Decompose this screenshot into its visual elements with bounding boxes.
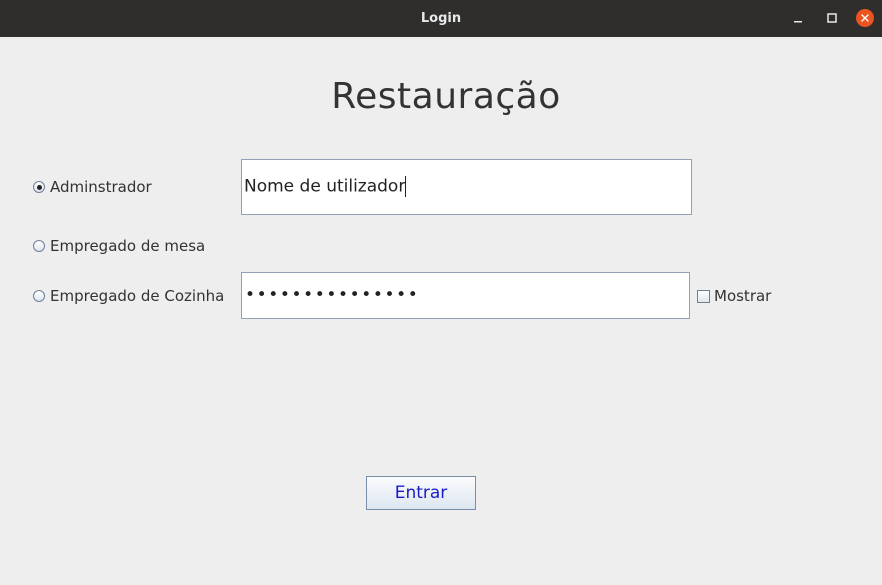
radio-label: Empregado de Cozinha: [50, 287, 225, 305]
close-icon: [856, 9, 874, 27]
username-field[interactable]: Nome de utilizador: [241, 159, 692, 215]
radio-button-icon[interactable]: [33, 290, 45, 302]
radio-empregado-de-mesa[interactable]: Empregado de mesa: [33, 237, 205, 255]
login-button[interactable]: Entrar: [366, 476, 476, 510]
login-window: Login Restauração Adminstrador Empregado…: [0, 0, 882, 585]
radio-administrador[interactable]: Adminstrador: [33, 178, 152, 196]
password-field[interactable]: •••••••••••••••: [241, 272, 690, 319]
radio-label: Empregado de mesa: [50, 237, 206, 255]
radio-label: Adminstrador: [50, 178, 152, 196]
title-bar: Login: [0, 0, 882, 37]
radio-button-icon[interactable]: [33, 240, 45, 252]
window-title: Login: [420, 11, 462, 26]
radio-empregado-de-cozinha[interactable]: Empregado de Cozinha: [33, 287, 224, 305]
maximize-button[interactable]: [822, 8, 842, 28]
text-caret: [405, 176, 407, 197]
minimize-button[interactable]: [788, 8, 808, 28]
checkbox-icon[interactable]: [697, 289, 710, 303]
password-masked-value: •••••••••••••••: [245, 285, 420, 305]
username-value: Nome de utilizador: [244, 176, 407, 197]
radio-button-icon[interactable]: [33, 181, 45, 193]
show-password-label: Mostrar: [714, 287, 772, 305]
show-password-toggle[interactable]: Mostrar: [697, 287, 771, 305]
minimize-icon: [794, 21, 802, 23]
maximize-icon: [827, 13, 837, 23]
page-title: Restauração: [331, 76, 561, 117]
close-button[interactable]: [855, 8, 875, 28]
